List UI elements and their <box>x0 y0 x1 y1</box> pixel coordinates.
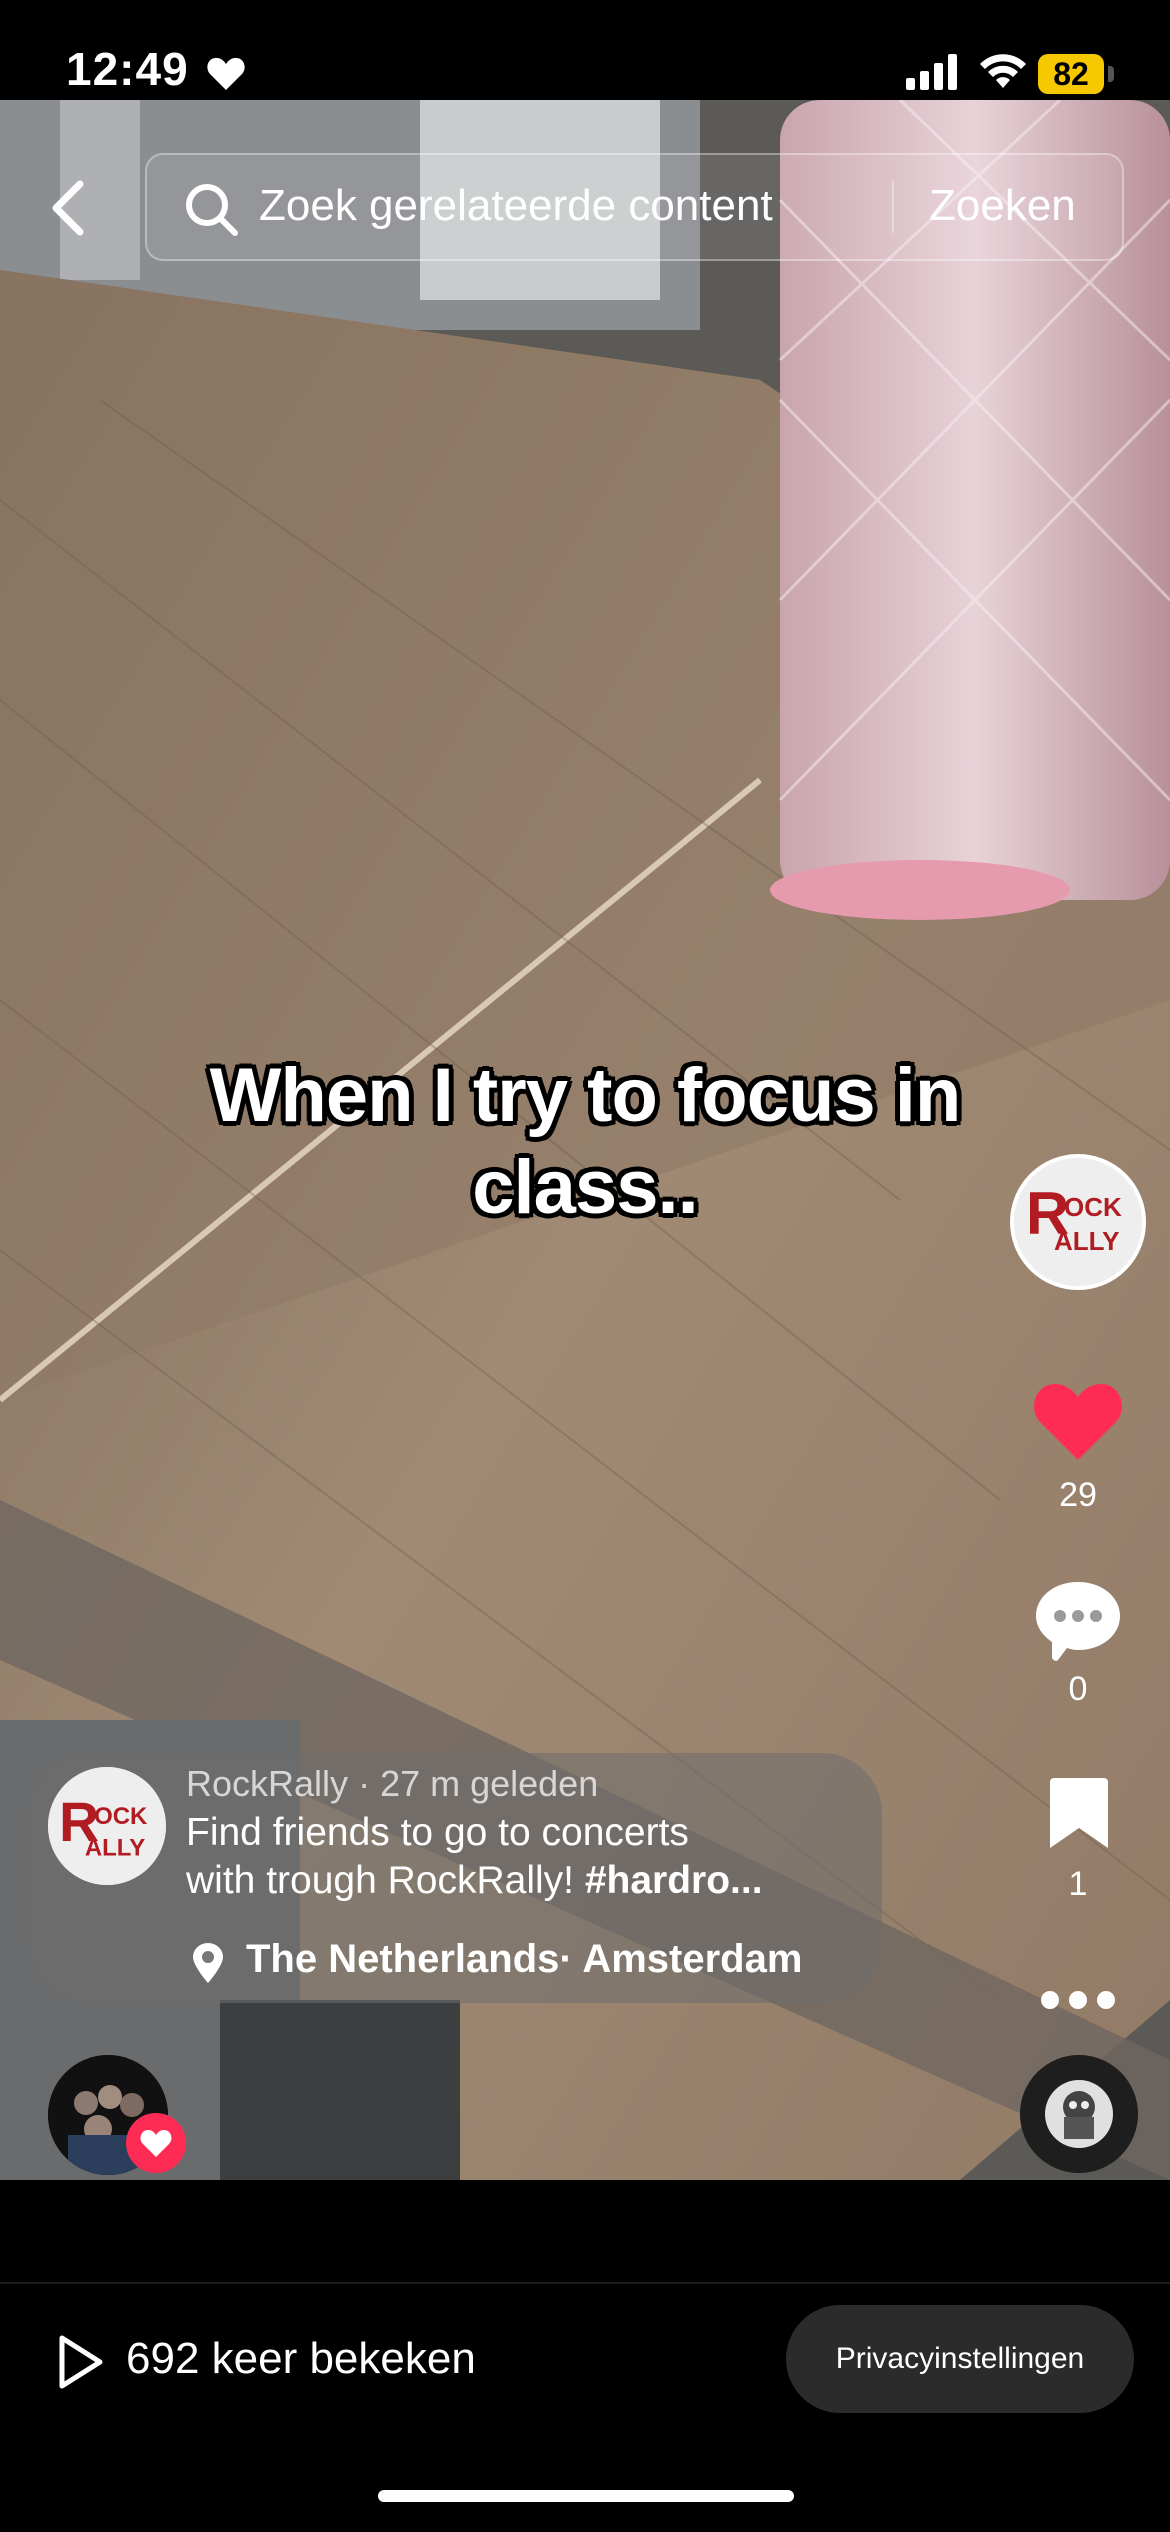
bottom-divider <box>0 2282 1170 2284</box>
creator-avatar[interactable]: R OCK ALLY <box>1010 1154 1146 1290</box>
status-time: 12:49 <box>66 43 189 95</box>
hashtag-link[interactable]: #hardro... <box>585 1859 763 1902</box>
more-options-icon[interactable] <box>1040 1988 1116 2012</box>
comment-icon[interactable] <box>1032 1578 1124 1664</box>
bookmark-count: 1 <box>1068 1865 1088 1903</box>
battery-indicator: 82 <box>1038 54 1104 94</box>
post-description: Find friends to go to concerts with trou… <box>186 1809 836 1905</box>
svg-text:OCK: OCK <box>94 1803 148 1830</box>
video-caption: When I try to focus in class.. <box>0 1050 1170 1234</box>
heart-icon <box>140 2130 172 2157</box>
privacy-settings-button[interactable]: Privacyinstellingen <box>786 2305 1134 2413</box>
svg-text:OCK: OCK <box>1064 1192 1122 1222</box>
view-count: 692 keer bekeken <box>126 2334 476 2383</box>
music-disc-icon <box>1020 2055 1138 2173</box>
home-indicator[interactable] <box>378 2490 794 2502</box>
search-button[interactable]: Zoeken <box>929 181 1076 231</box>
location-label[interactable]: The Netherlands· Amsterdam <box>246 1937 802 1982</box>
rockrally-logo-icon: R OCK ALLY <box>48 1767 166 1885</box>
wifi-icon <box>980 54 1026 88</box>
rockrally-logo-icon: R OCK ALLY <box>1014 1158 1142 1286</box>
description-line-1: Find friends to go to concerts <box>186 1811 689 1854</box>
comment-count: 0 <box>1068 1670 1088 1708</box>
video-player[interactable]: Zoek gerelateerde content Zoeken When I … <box>0 100 1170 2180</box>
follow-heart-badge[interactable] <box>126 2113 186 2173</box>
meta-separator: · <box>358 1763 381 1804</box>
heart-icon <box>207 57 245 90</box>
battery-tip <box>1108 66 1114 82</box>
search-input[interactable]: Zoek gerelateerde content <box>259 181 773 231</box>
search-bar[interactable]: Zoek gerelateerde content Zoeken <box>145 153 1124 261</box>
like-heart-icon[interactable] <box>1032 1380 1124 1464</box>
search-icon <box>186 184 238 236</box>
post-age: 27 m geleden <box>380 1763 599 1804</box>
search-divider <box>892 181 894 233</box>
location-pin-icon <box>193 1943 223 1983</box>
sound-disc[interactable] <box>1020 2055 1138 2173</box>
post-meta: RockRally · 27 m geleden <box>186 1763 598 1805</box>
author-avatar[interactable]: R OCK ALLY <box>48 1767 166 1885</box>
caption-line-1: When I try to focus in <box>209 1053 962 1138</box>
status-bar: 12:49 82 <box>0 0 1170 100</box>
description-text: with trough RockRally! <box>186 1859 574 1902</box>
description-line-2: with trough RockRally! #hardro... <box>186 1857 836 1905</box>
caption-line-2: class.. <box>472 1145 698 1230</box>
svg-text:ALLY: ALLY <box>1054 1226 1120 1256</box>
back-arrow-icon[interactable] <box>40 178 100 238</box>
play-icon <box>59 2335 103 2389</box>
post-info-card[interactable]: R OCK ALLY RockRally · 27 m geleden Find… <box>30 1753 882 2003</box>
like-count: 29 <box>1059 1476 1097 1514</box>
svg-text:ALLY: ALLY <box>85 1835 145 1862</box>
bookmark-icon[interactable] <box>1046 1776 1112 1852</box>
cellular-signal-icon <box>906 54 957 90</box>
author-name[interactable]: RockRally <box>186 1763 348 1804</box>
